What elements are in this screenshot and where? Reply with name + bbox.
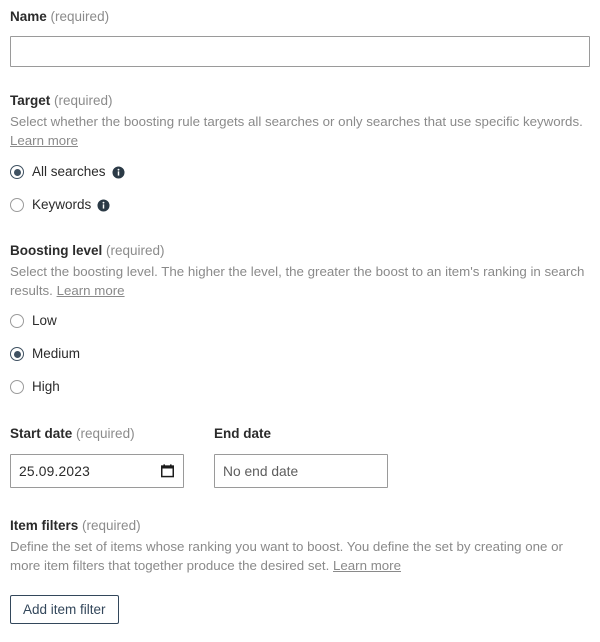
- radio-option-all-searches[interactable]: All searches: [10, 162, 590, 182]
- radio-indicator-high[interactable]: [10, 380, 24, 394]
- item-filters-field-group: Item filters (required) Define the set o…: [0, 488, 600, 624]
- radio-indicator-all-searches[interactable]: [10, 165, 24, 179]
- start-date-value: 25.09.2023: [19, 464, 90, 479]
- radio-option-medium[interactable]: Medium: [10, 344, 590, 364]
- radio-option-high[interactable]: High: [10, 377, 590, 397]
- target-learn-more-link[interactable]: Learn more: [10, 133, 78, 148]
- radio-label-low: Low: [32, 313, 57, 329]
- start-date-label-text: Start date: [10, 426, 72, 441]
- radio-label-medium: Medium: [32, 346, 80, 362]
- radio-label-high: High: [32, 379, 60, 395]
- item-filters-description-text: Define the set of items whose ranking yo…: [10, 539, 563, 573]
- radio-option-keywords[interactable]: Keywords: [10, 195, 590, 215]
- end-date-label: End date: [214, 426, 418, 442]
- add-item-filter-button[interactable]: Add item filter: [10, 595, 119, 624]
- boosting-level-label: Boosting level (required): [10, 243, 590, 259]
- item-filters-label: Item filters (required): [10, 518, 590, 534]
- name-label-text: Name: [10, 9, 47, 24]
- item-filters-label-text: Item filters: [10, 518, 78, 533]
- end-date-field-group: End date No end date: [214, 426, 418, 488]
- item-filters-description: Define the set of items whose ranking yo…: [10, 538, 590, 575]
- radio-label-keywords: Keywords: [32, 197, 91, 213]
- item-filters-learn-more-link[interactable]: Learn more: [333, 558, 401, 573]
- boosting-level-label-text: Boosting level: [10, 243, 102, 258]
- start-date-label: Start date (required): [10, 426, 214, 442]
- start-date-field-group: Start date (required) 25.09.2023: [10, 426, 214, 488]
- radio-indicator-low[interactable]: [10, 314, 24, 328]
- calendar-icon[interactable]: [161, 464, 174, 478]
- name-required-text: (required): [51, 9, 110, 24]
- start-date-required-text: (required): [76, 426, 135, 441]
- target-field-group: Target (required) Select whether the boo…: [0, 67, 600, 215]
- end-date-label-text: End date: [214, 426, 271, 441]
- boosting-level-field-group: Boosting level (required) Select the boo…: [0, 215, 600, 397]
- radio-indicator-keywords[interactable]: [10, 198, 24, 212]
- target-description: Select whether the boosting rule targets…: [10, 113, 590, 150]
- name-field-group: Name (required): [0, 0, 600, 67]
- target-label-text: Target: [10, 93, 50, 108]
- boosting-rule-form: Name (required) Target (required) Select…: [0, 0, 600, 624]
- boosting-level-learn-more-link[interactable]: Learn more: [57, 283, 125, 298]
- info-icon[interactable]: [97, 199, 110, 212]
- radio-option-low[interactable]: Low: [10, 311, 590, 331]
- name-label: Name (required): [10, 9, 590, 25]
- start-date-input[interactable]: 25.09.2023: [10, 454, 184, 488]
- boosting-level-description: Select the boosting level. The higher th…: [10, 263, 590, 300]
- name-input[interactable]: [10, 36, 590, 67]
- end-date-input[interactable]: No end date: [214, 454, 388, 488]
- target-required-text: (required): [54, 93, 113, 108]
- end-date-placeholder: No end date: [223, 464, 298, 479]
- target-description-text: Select whether the boosting rule targets…: [10, 114, 583, 129]
- radio-indicator-medium[interactable]: [10, 347, 24, 361]
- boosting-level-required-text: (required): [106, 243, 165, 258]
- info-icon[interactable]: [112, 166, 125, 179]
- item-filters-required-text: (required): [82, 518, 141, 533]
- radio-label-all-searches: All searches: [32, 164, 106, 180]
- date-fields-row: Start date (required) 25.09.2023 End d: [0, 397, 600, 488]
- target-label: Target (required): [10, 93, 590, 109]
